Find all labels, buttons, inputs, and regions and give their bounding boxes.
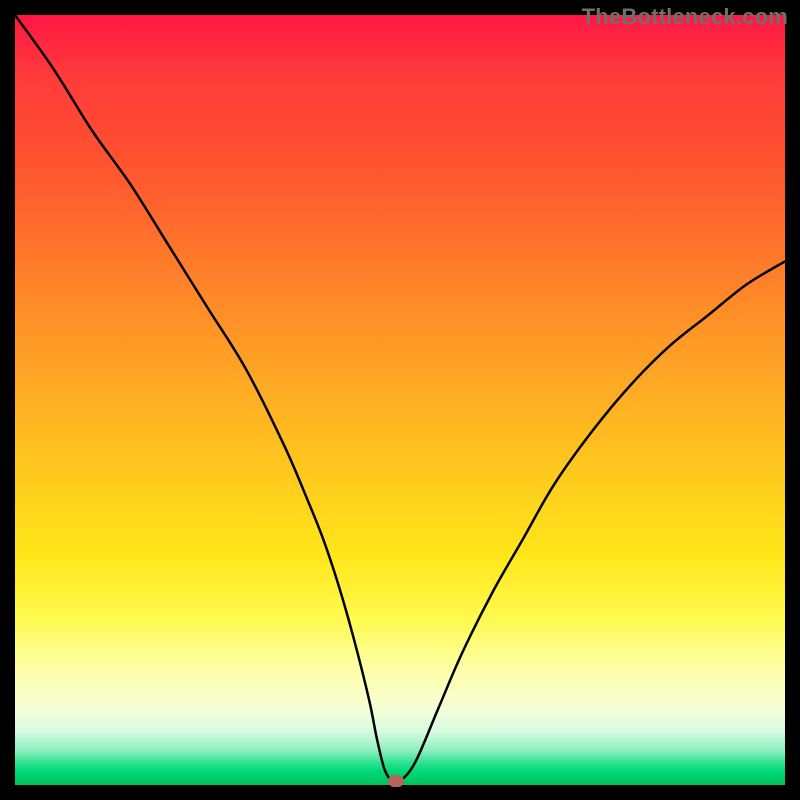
- attribution-text: TheBottleneck.com: [582, 4, 788, 30]
- minimum-marker: [388, 775, 404, 787]
- plot-area: [15, 15, 785, 785]
- chart-frame: TheBottleneck.com: [0, 0, 800, 800]
- bottleneck-curve: [15, 15, 785, 785]
- curve-path: [15, 15, 785, 783]
